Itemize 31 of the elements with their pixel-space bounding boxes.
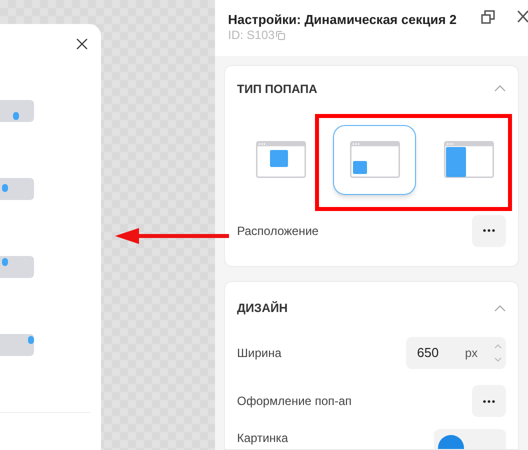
popup-thumbnail <box>0 334 34 356</box>
panel-title: Настройки: Динамическая секция 2 <box>228 12 457 27</box>
window-layout-icon <box>256 141 306 178</box>
copy-icon[interactable] <box>276 30 285 40</box>
stepper-icon[interactable] <box>494 343 502 363</box>
popup-thumbnail <box>0 256 34 278</box>
section-heading: ТИП ПОПАПА <box>237 80 318 98</box>
chevron-icon[interactable] <box>494 85 506 92</box>
window-layout-icon <box>444 141 494 178</box>
setting-label: Оформление поп-ап <box>237 393 352 410</box>
more-button[interactable] <box>472 214 506 247</box>
more-icon <box>483 400 495 402</box>
more-button[interactable] <box>472 385 506 417</box>
section-id: ID: S103 <box>228 27 275 44</box>
popup-type-option[interactable] <box>333 124 416 195</box>
close-icon[interactable] <box>76 38 88 50</box>
unit-label: px <box>465 345 478 362</box>
section-heading: ДИЗАЙН <box>237 300 288 317</box>
more-icon <box>483 229 495 232</box>
setting-label: Картинка <box>237 431 288 445</box>
popup-thumbnail <box>0 100 34 122</box>
setting-label: Расположение <box>237 222 319 240</box>
toggle-switch[interactable] <box>438 435 464 449</box>
setting-label: Ширина <box>237 345 282 362</box>
popup-thumbnail <box>0 178 34 200</box>
width-input[interactable]: 650 px <box>406 337 506 369</box>
width-value: 650 <box>417 344 440 362</box>
detach-window-icon[interactable] <box>481 10 495 24</box>
chevron-icon[interactable] <box>494 304 506 312</box>
window-layout-icon <box>350 141 400 178</box>
close-icon[interactable] <box>517 10 528 23</box>
